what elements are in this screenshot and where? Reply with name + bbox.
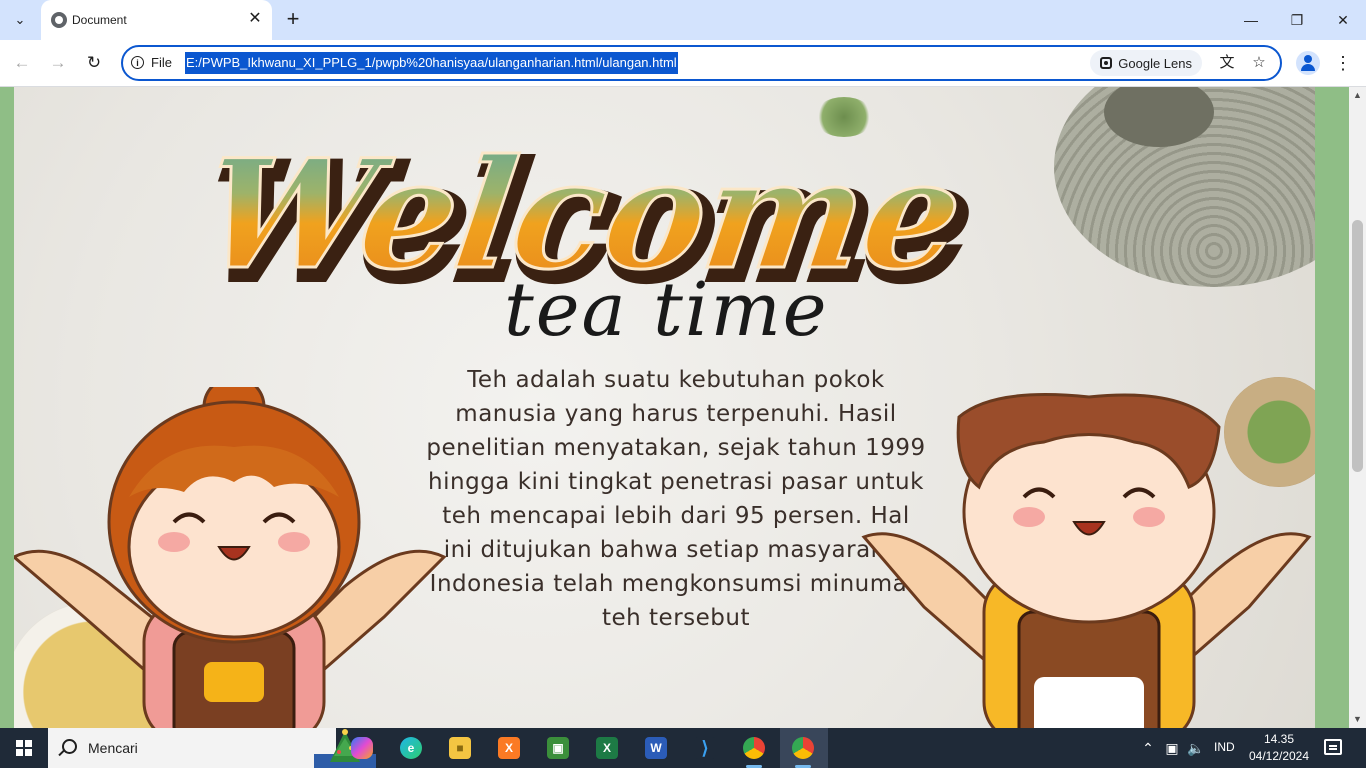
minimize-button[interactable]: —: [1228, 0, 1274, 40]
tab-title: Document: [72, 13, 127, 27]
page-viewport: Welcome Welcome tea time Teh adalah suat…: [0, 87, 1349, 728]
page-scrollbar[interactable]: ▲ ▼: [1349, 87, 1366, 728]
lens-label: Google Lens: [1118, 55, 1192, 71]
scroll-down-icon[interactable]: ▼: [1349, 711, 1366, 728]
chrome-profile-icon[interactable]: [734, 732, 774, 768]
google-lens-button[interactable]: Google Lens: [1090, 50, 1202, 76]
close-tab-icon[interactable]: ✕: [246, 10, 264, 28]
show-hidden-icons-icon[interactable]: ⌃: [1138, 738, 1158, 758]
vscode-icon[interactable]: ⟩: [685, 732, 725, 764]
tab-search-dropdown-icon[interactable]: ⌄: [7, 7, 33, 33]
excel-icon[interactable]: X: [587, 732, 627, 764]
language-indicator[interactable]: IND: [1214, 740, 1235, 754]
file-explorer-icon[interactable]: ■: [440, 732, 480, 764]
url-text[interactable]: E:/PWPB_Ikhwanu_XI_PPLG_1/pwpb%20hanisya…: [185, 52, 678, 74]
start-button[interactable]: [0, 728, 48, 768]
scroll-up-icon[interactable]: ▲: [1349, 87, 1366, 104]
boy-character-illustration: [861, 393, 1312, 728]
lens-icon: [1100, 57, 1113, 69]
tab-strip: ⌄ Document ✕ + — ❐ ✕: [0, 0, 1366, 40]
scroll-thumb[interactable]: [1352, 220, 1363, 472]
translate-icon[interactable]: 文: [1216, 52, 1238, 74]
address-bar[interactable]: i File E:/PWPB_Ikhwanu_XI_PPLG_1/pwpb%20…: [121, 45, 1282, 81]
close-window-button[interactable]: ✕: [1320, 0, 1366, 40]
new-tab-button[interactable]: +: [282, 8, 304, 31]
forward-button[interactable]: →: [46, 51, 70, 75]
scheme-label[interactable]: File: [151, 55, 172, 70]
browser-toolbar: ← → ↻ i File E:/PWPB_Ikhwanu_XI_PPLG_1/p…: [0, 40, 1366, 87]
tea-description: Teh adalah suatu kebutuhan pokok manusia…: [426, 367, 926, 631]
windows-taskbar: Mencari ​ e ■ X ▣ X W ⟩ ⌃ ▣ 🔈 IND 14.35 …: [0, 728, 1366, 768]
search-icon: [62, 739, 77, 754]
clock-time: 14.35: [1263, 732, 1295, 746]
word-icon[interactable]: W: [636, 732, 676, 764]
restore-button[interactable]: ❐: [1274, 0, 1320, 40]
xampp-icon[interactable]: X: [489, 732, 529, 764]
profile-avatar-icon[interactable]: [1296, 51, 1320, 75]
reload-button[interactable]: ↻: [82, 51, 106, 75]
bookmark-star-icon[interactable]: ☆: [1248, 52, 1270, 74]
volume-muted-icon[interactable]: 🔈: [1186, 738, 1206, 758]
chrome-icon[interactable]: [783, 732, 823, 768]
windows-logo-icon: [16, 740, 32, 756]
back-button[interactable]: ←: [10, 51, 34, 75]
info-icon[interactable]: i: [131, 56, 144, 69]
system-clock[interactable]: 14.35 04/12/2024: [1246, 731, 1312, 765]
network-icon[interactable]: ▣: [1162, 738, 1182, 758]
more-menu-icon[interactable]: ⋮: [1332, 51, 1354, 75]
clock-date: 04/12/2024: [1248, 749, 1310, 763]
girl-character-illustration: [14, 387, 447, 728]
search-label: Mencari: [88, 740, 138, 756]
welcome-poster: Welcome Welcome tea time Teh adalah suat…: [14, 87, 1315, 728]
tab-document[interactable]: Document ✕: [41, 0, 272, 40]
globe-icon: [51, 12, 67, 28]
taskbar-search-box[interactable]: Mencari: [48, 728, 376, 768]
minecraft-icon[interactable]: ▣: [538, 732, 578, 764]
copilot-icon[interactable]: ​: [342, 732, 382, 764]
edge-icon[interactable]: e: [391, 732, 431, 764]
notification-center-icon[interactable]: [1324, 739, 1342, 755]
tea-time-subheading: tea time: [504, 267, 829, 353]
